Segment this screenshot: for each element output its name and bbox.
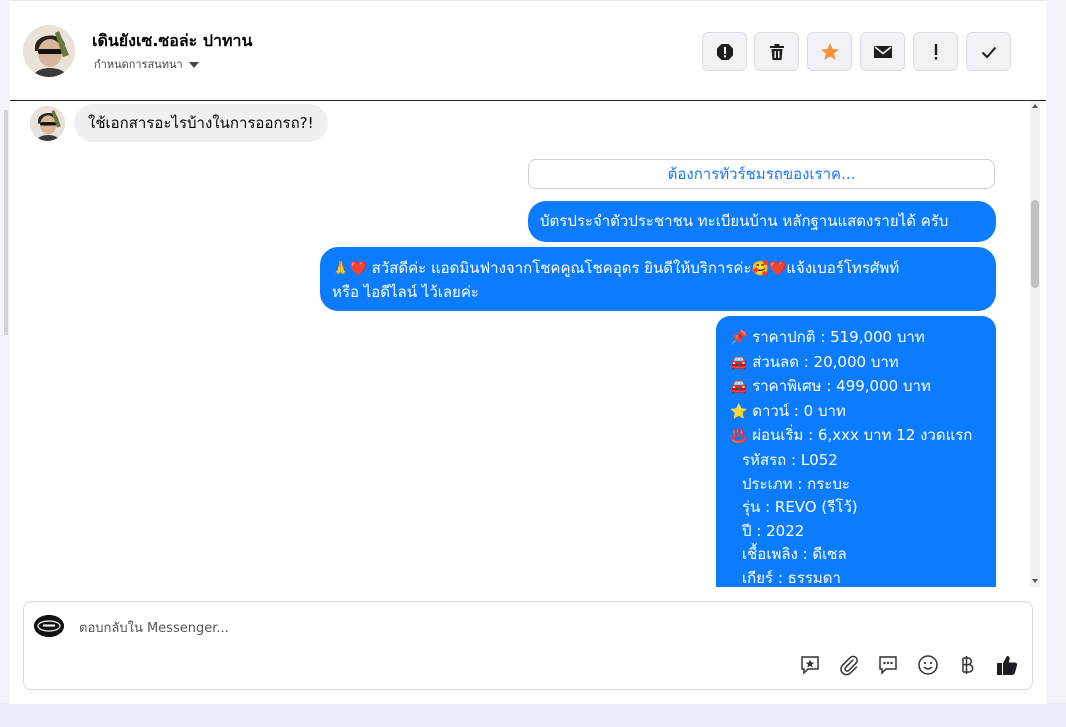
check-icon bbox=[981, 46, 996, 58]
spec-year: ปี : 2022 bbox=[742, 521, 805, 540]
contact-name: เดินยังเซ.ซอล่ะ ปาทาน bbox=[92, 31, 253, 50]
scroll-thumb[interactable] bbox=[1031, 200, 1039, 288]
conversation-header: เดินยังเซ.ซอล่ะ ปาทาน กำหนดการสนทนา bbox=[10, 1, 1046, 101]
reply-composer bbox=[23, 601, 1033, 690]
heart-emoji: ❤️ bbox=[349, 261, 367, 277]
car-emoji: 🚘 bbox=[730, 354, 748, 371]
contact-avatar-small bbox=[30, 106, 65, 141]
attachment-button[interactable] bbox=[836, 652, 862, 678]
outgoing-message-price: 📌 ราคาปกติ : 519,000 บาท 🚘 ส่วนลด : 20,0… bbox=[716, 316, 996, 587]
chat-button[interactable] bbox=[875, 652, 901, 678]
message-thread[interactable]: ใช้เอกสารอะไรบ้างในการออกรถ?! ต้องการทัว… bbox=[10, 101, 1046, 587]
pray-emoji: 🙏 bbox=[332, 261, 350, 277]
conversation-panel: เดินยังเซ.ซอล่ะ ปาทาน กำหนดการสนทนา ใช้เ… bbox=[10, 0, 1046, 704]
price-special: ราคาพิเศษ : 499,000 บาท bbox=[747, 377, 931, 396]
trash-icon bbox=[769, 43, 784, 60]
spec-code: รหัสรถ : L052 bbox=[742, 450, 838, 469]
quick-reply-button[interactable]: ต้องการทัวร์ชมรถของเราค... bbox=[528, 159, 995, 189]
pin-emoji: 📌 bbox=[730, 330, 748, 346]
page-logo-image bbox=[34, 615, 64, 637]
incoming-message: ใช้เอกสารอะไรบ้างในการออกรถ?! bbox=[74, 104, 328, 142]
saved-reply-button[interactable] bbox=[797, 652, 823, 678]
block-icon bbox=[716, 43, 733, 60]
greeting-line-2: หรือ ไอดีไลน์ ไว้เลยค่ะ bbox=[332, 283, 479, 301]
attachment-icon bbox=[840, 655, 858, 676]
right-edge bbox=[1046, 0, 1066, 703]
exclamation-icon bbox=[934, 43, 937, 60]
conversation-options-label: กำหนดการสนทนา bbox=[94, 58, 183, 71]
scroll-up-icon[interactable] bbox=[1032, 104, 1038, 108]
left-scrollbar[interactable] bbox=[4, 110, 8, 335]
price-line: 🚘 ราคาพิเศษ : 499,000 บาท bbox=[730, 375, 996, 400]
conversation-options[interactable]: กำหนดการสนทนา bbox=[94, 55, 199, 73]
greeting-line-1: 🙏❤️ สวัสดีค่ะ แอดมินฟางจากโชคคูณโชคอุดร … bbox=[332, 257, 984, 281]
payment-button[interactable] bbox=[954, 652, 980, 678]
outgoing-message-greeting: 🙏❤️ สวัสดีค่ะ แอดมินฟางจากโชคคูณโชคอุดร … bbox=[320, 247, 996, 311]
emoji-button[interactable] bbox=[915, 652, 941, 678]
mark-unread-button[interactable] bbox=[860, 32, 905, 71]
star-button[interactable] bbox=[807, 32, 852, 71]
spec-gear: เกียร์ : ธรรมดา bbox=[742, 568, 841, 587]
price-line: 📌 ราคาปกติ : 519,000 บาท bbox=[730, 326, 996, 351]
chevron-down-icon bbox=[188, 62, 199, 68]
greeting-text: สวัสดีค่ะ แอดมินฟางจากโชคคูณโชคอุดร ยินด… bbox=[366, 259, 752, 277]
delete-button[interactable] bbox=[754, 32, 799, 71]
hot-springs-emoji: ♨️ bbox=[730, 428, 748, 445]
avatar-image bbox=[23, 25, 75, 77]
outgoing-message: บัตรประจำตัวประชาชน ทะเบียนบ้าน หลักฐานแ… bbox=[528, 201, 996, 242]
spec-type: ประเภท : กระบะ bbox=[742, 474, 850, 493]
chat-scrollbar[interactable] bbox=[1030, 101, 1040, 587]
price-line: ⭐ ดาวน์ : 0 บาท bbox=[730, 400, 996, 425]
left-edge bbox=[0, 0, 10, 703]
mail-icon bbox=[873, 45, 892, 58]
heart-emoji: ❤️ bbox=[768, 261, 787, 277]
spec-model: รุ่น : REVO (รีโว้) bbox=[742, 498, 858, 517]
saved-reply-icon bbox=[801, 656, 819, 675]
scroll-down-icon[interactable] bbox=[1032, 579, 1038, 583]
star-icon bbox=[820, 42, 839, 60]
spec-fuel: เชื้อเพลิง : ดีเซล bbox=[742, 545, 847, 564]
done-button[interactable] bbox=[966, 32, 1011, 71]
smiling-face-emoji: 🥰 bbox=[751, 261, 769, 277]
price-down: ดาวน์ : 0 บาท bbox=[747, 401, 846, 420]
price-normal: ราคาปกติ : 519,000 บาท bbox=[747, 328, 925, 346]
price-installment: ผ่อนเริ่ม : 6,xxx บาท 12 งวดแรก bbox=[747, 426, 973, 445]
like-icon bbox=[997, 656, 1018, 675]
contact-avatar[interactable] bbox=[23, 25, 75, 77]
greeting-tail: แจ้งเบอร์โทรศัพท์ bbox=[786, 259, 900, 277]
like-button[interactable] bbox=[994, 652, 1020, 678]
block-button[interactable] bbox=[702, 32, 747, 71]
chat-icon bbox=[879, 656, 897, 675]
car-emoji: 🚘 bbox=[730, 379, 748, 396]
emoji-icon bbox=[918, 655, 938, 675]
avatar-image bbox=[30, 106, 65, 141]
reply-input[interactable] bbox=[77, 615, 781, 641]
price-line: ♨️ ผ่อนเริ่ม : 6,xxx บาท 12 งวดแรก bbox=[730, 424, 996, 449]
spam-button[interactable] bbox=[913, 32, 958, 71]
price-discount: ส่วนลด : 20,000 บาท bbox=[747, 352, 899, 371]
price-line: 🚘 ส่วนลด : 20,000 บาท bbox=[730, 351, 996, 376]
baht-icon bbox=[962, 656, 974, 674]
page-avatar bbox=[34, 615, 64, 637]
star-emoji: ⭐ bbox=[730, 403, 748, 420]
